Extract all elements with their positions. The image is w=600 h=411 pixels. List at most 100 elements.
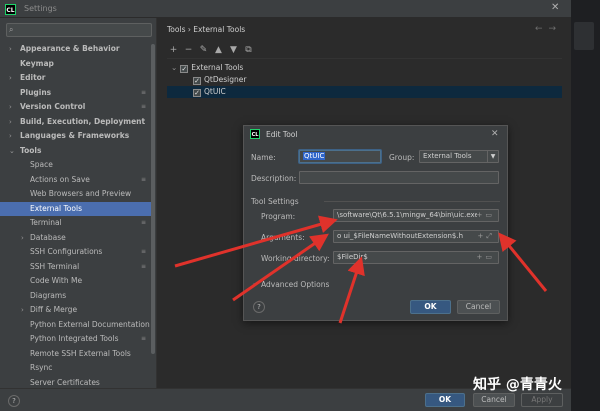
move-down-icon[interactable]: ▼ [226,45,241,55]
tool-group-row[interactable]: ⌄ ✓ External Tools [171,62,243,74]
sidebar-item-tools[interactable]: ⌄ Tools [0,144,155,158]
description-input[interactable] [299,171,499,184]
tool-settings-section: Tool Settings [251,197,299,206]
copy-icon[interactable]: ⧉ [241,45,256,55]
project-settings-icon: ≡ [141,219,147,226]
expand-arrow-icon[interactable]: ⌄ [171,63,177,72]
dialog-ok-button[interactable]: OK [410,300,451,314]
apply-button[interactable]: Apply [521,393,563,407]
name-value: QtUIC [303,152,326,160]
sidebar-item-web-browsers-and-preview[interactable]: Web Browsers and Preview [0,187,155,201]
chevron-right-icon[interactable]: › [9,71,12,85]
chevron-right-icon[interactable]: › [21,231,24,245]
dialog-help-button[interactable]: ? [253,301,265,313]
dialog-titlebar: CL Edit Tool ✕ [244,126,507,143]
chevron-right-icon[interactable]: › [9,129,12,143]
chevron-right-icon[interactable]: › [21,303,24,317]
sidebar-item-database[interactable]: › Database [0,231,155,245]
background-panel [574,22,594,50]
tool-group-label: External Tools [191,63,244,72]
name-input[interactable]: QtUIC [299,150,381,163]
sidebar-item-appearance-behavior[interactable]: › Appearance & Behavior [0,42,155,56]
forward-arrow-icon[interactable]: → [549,24,563,34]
sidebar-item-ssh-terminal[interactable]: SSH Terminal ≡ [0,260,155,274]
sidebar-item-editor[interactable]: › Editor [0,71,155,85]
checkbox[interactable]: ✓ [180,65,189,73]
sidebar-item-diff-merge[interactable]: › Diff & Merge [0,303,155,317]
tool-label: QtUIC [204,87,226,96]
move-up-icon[interactable]: ▲ [211,45,226,55]
sidebar-item-terminal[interactable]: Terminal ≡ [0,216,155,230]
sidebar-item-external-tools[interactable]: External Tools [0,201,155,216]
sidebar-item-languages-frameworks[interactable]: › Languages & Frameworks [0,129,155,143]
checkbox[interactable]: ✓ [193,77,201,85]
sidebar-item-label: Python Integrated Tools [30,334,119,343]
back-arrow-icon[interactable]: ← [535,24,549,34]
sidebar-item-label: Languages & Frameworks [20,131,130,140]
sidebar-item-label: Code With Me [30,276,83,285]
dialog-close-icon[interactable]: ✕ [491,129,499,139]
settings-search-input[interactable]: ⌕ [6,23,152,37]
sidebar-item-label: Version Control [20,102,86,111]
sidebar-item-plugins[interactable]: Plugins ≡ [0,86,155,100]
help-button[interactable]: ? [8,395,20,407]
arguments-label: Arguments: [261,233,305,242]
chevron-right-icon[interactable]: › [253,280,256,289]
program-input[interactable]: \software\Qt\6.5.1\mingw_64\bin\uic.exe +… [333,209,499,222]
folder-icon[interactable]: ▭ [485,211,495,219]
arguments-value: o ui_$FileNameWithoutExtension$.h [337,232,464,240]
project-settings-icon: ≡ [141,175,147,183]
dialog-cancel-button[interactable]: Cancel [457,300,500,314]
sidebar-item-version-control[interactable]: › Version Control ≡ [0,100,155,114]
sidebar-item-label: Space [30,160,53,169]
sidebar-item-build-execution-deployment[interactable]: › Build, Execution, Deployment [0,115,155,129]
sidebar-item-label: Terminal [30,218,62,227]
arguments-input[interactable]: o ui_$FileNameWithoutExtension$.h +⤢ [333,230,499,243]
field-actions: +⤢ [477,231,495,242]
sidebar-item-label: Build, Execution, Deployment [20,116,146,126]
chevron-down-icon[interactable]: ⌄ [9,144,15,158]
search-icon: ⌕ [9,25,14,34]
chevron-right-icon[interactable]: › [9,115,12,129]
project-settings-icon: ≡ [141,248,147,255]
group-select[interactable]: External Tools ▼ [419,150,499,163]
checkbox[interactable]: ✓ [193,89,201,97]
workdir-input[interactable]: $FileDir$ +▭ [333,251,499,264]
sidebar-item-label: Diff & Merge [30,305,78,314]
ok-button[interactable]: OK [425,393,465,407]
advanced-options-toggle[interactable]: › Advanced Options [253,280,329,289]
tool-row-qtuic[interactable]: ✓ QtUIC [167,86,562,98]
sidebar-item-actions-on-save[interactable]: Actions on Save ≡ [0,173,155,187]
sidebar-item-rsync[interactable]: Rsync [0,361,155,375]
sidebar-item-ssh-configurations[interactable]: SSH Configurations ≡ [0,245,155,259]
window-close-icon[interactable]: ✕ [551,2,559,13]
sidebar-scrollbar[interactable] [151,44,155,354]
sidebar-item-space[interactable]: Space [0,158,155,172]
expand-icon[interactable]: ⤢ [486,232,495,240]
sidebar-item-code-with-me[interactable]: Code With Me [0,274,155,288]
sidebar-item-label: Keymap [20,58,54,68]
remove-icon[interactable]: − [181,45,196,55]
sidebar-item-diagrams[interactable]: Diagrams [0,289,155,303]
background-window-strip [571,0,600,411]
breadcrumb: Tools › External Tools [167,25,246,34]
cancel-button[interactable]: Cancel [473,393,515,407]
sidebar-item-label: Database [30,232,66,242]
workdir-label: Working directory: [261,254,330,263]
sidebar-item-label: Actions on Save [30,174,90,184]
add-icon[interactable]: + [166,45,181,55]
tool-row-qtdesigner[interactable]: ✓ QtDesigner [193,74,246,86]
sidebar-item-label: Diagrams [30,290,67,300]
project-settings-icon: ≡ [141,88,147,96]
window-titlebar: CL Settings ✕ [0,0,571,18]
sidebar-item-remote-ssh-external-tools[interactable]: Remote SSH External Tools [0,347,155,361]
edit-icon[interactable]: ✎ [196,45,211,55]
sidebar-item-keymap[interactable]: Keymap [0,57,155,71]
sidebar-item-python-integrated-tools[interactable]: Python Integrated Tools ≡ [0,332,155,346]
app-icon: CL [250,129,260,139]
chevron-down-icon[interactable]: ▼ [487,151,498,162]
chevron-right-icon[interactable]: › [9,100,12,114]
sidebar-item-python-external-documentation[interactable]: Python External Documentation [0,318,155,332]
chevron-right-icon[interactable]: › [9,42,12,56]
folder-icon[interactable]: ▭ [485,253,495,261]
